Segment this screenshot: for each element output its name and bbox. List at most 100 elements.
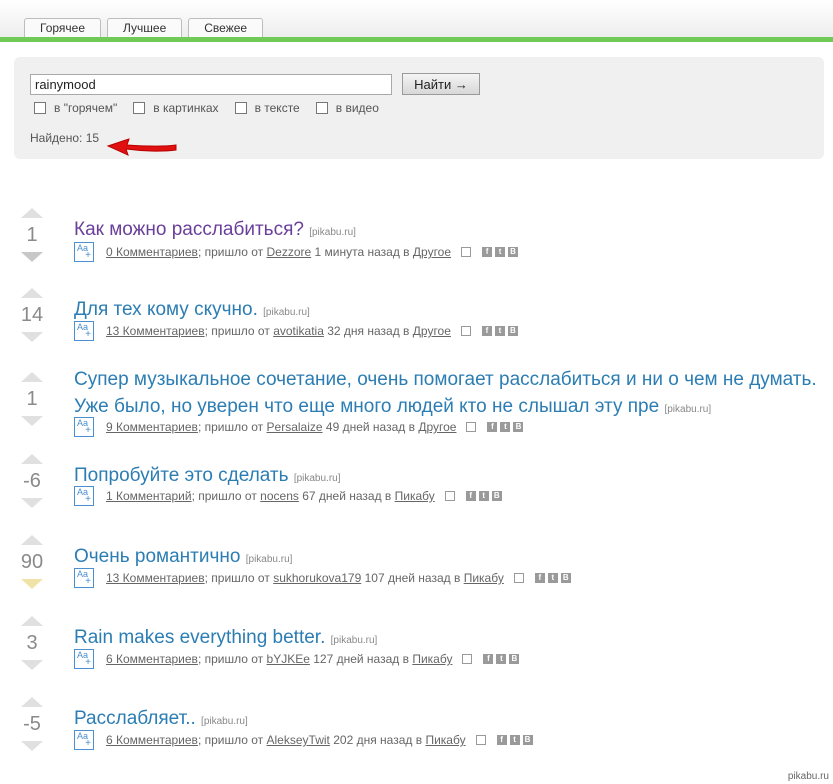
facebook-icon[interactable]: f <box>534 573 545 583</box>
facebook-icon[interactable]: f <box>482 247 493 257</box>
find-button[interactable]: Найти → <box>402 73 480 95</box>
author-link[interactable]: sukhorukova179 <box>273 571 361 585</box>
author-link[interactable]: nocens <box>260 489 299 503</box>
post-source: [pikabu.ru] <box>309 227 356 238</box>
vote-up-icon[interactable] <box>21 454 43 464</box>
facebook-icon[interactable]: f <box>481 326 492 336</box>
font-size-icon[interactable]: Aa + <box>74 486 94 506</box>
post-title: Очень романтично <box>74 546 241 567</box>
save-icon[interactable] <box>475 735 486 745</box>
save-icon[interactable] <box>461 247 472 257</box>
author-link[interactable]: Dezzore <box>267 245 312 259</box>
vote-up-icon[interactable] <box>21 372 43 382</box>
vote-up-icon[interactable] <box>21 697 43 707</box>
comments-link[interactable]: 0 Комментариев <box>106 245 198 259</box>
post-meta: Aa + 9 Комментариев ; пришло от Persalaiz… <box>74 417 524 437</box>
category-link[interactable]: Другое <box>418 420 456 434</box>
category-link[interactable]: Пикабу <box>412 652 452 666</box>
filter-pictures[interactable]: в картинках <box>133 101 219 115</box>
facebook-icon[interactable]: f <box>465 491 476 501</box>
twitter-icon[interactable]: t <box>509 735 520 745</box>
vote-block: 14 <box>18 288 46 342</box>
comments-link[interactable]: 6 Комментариев <box>106 733 198 747</box>
category-link[interactable]: Другое <box>413 245 451 259</box>
author-link[interactable]: avotikatia <box>273 324 324 338</box>
vote-down-icon[interactable] <box>21 579 43 589</box>
post-title-link[interactable]: Супер музыкальное сочетание, очень помог… <box>74 366 824 423</box>
vote-down-icon[interactable] <box>21 332 43 342</box>
vote-up-icon[interactable] <box>21 616 43 626</box>
category-link[interactable]: Пикабу <box>395 489 435 503</box>
filter-video[interactable]: в видео <box>315 101 379 115</box>
author-link[interactable]: AlekseyTwit <box>267 733 330 747</box>
font-size-icon[interactable]: Aa + <box>74 568 94 588</box>
filter-label: в тексте <box>254 101 300 115</box>
save-icon[interactable] <box>466 422 477 432</box>
vote-block: 90 <box>18 535 46 589</box>
vkontakte-icon[interactable]: B <box>509 654 520 664</box>
comments-link[interactable]: 1 Комментарий <box>106 489 192 503</box>
font-size-icon[interactable]: Aa + <box>74 242 94 262</box>
comments-link[interactable]: 6 Комментариев <box>106 652 198 666</box>
vkontakte-icon[interactable]: B <box>560 573 571 583</box>
font-size-icon[interactable]: Aa + <box>74 730 94 750</box>
vote-up-icon[interactable] <box>21 535 43 545</box>
save-icon[interactable] <box>460 326 471 336</box>
vkontakte-icon[interactable]: B <box>522 735 533 745</box>
checkbox[interactable] <box>133 102 146 114</box>
meta-time: 127 дней назад в <box>313 652 409 666</box>
comments-link[interactable]: 9 Комментариев <box>106 420 198 434</box>
twitter-icon[interactable]: t <box>500 422 511 432</box>
vkontakte-icon[interactable]: B <box>491 491 502 501</box>
category-link[interactable]: Пикабу <box>464 571 504 585</box>
vote-up-icon[interactable] <box>21 208 43 218</box>
font-size-icon[interactable]: Aa + <box>74 417 94 437</box>
vote-down-icon[interactable] <box>21 660 43 670</box>
category-link[interactable]: Другое <box>413 324 451 338</box>
tab-hot[interactable]: Горячее <box>24 18 102 37</box>
twitter-icon[interactable]: t <box>547 573 558 583</box>
vote-up-icon[interactable] <box>21 288 43 298</box>
comments-link[interactable]: 13 Комментариев <box>106 324 205 338</box>
twitter-icon[interactable]: t <box>496 654 507 664</box>
filter-text[interactable]: в тексте <box>234 101 300 115</box>
facebook-icon[interactable]: f <box>487 422 498 432</box>
checkbox[interactable] <box>315 102 328 114</box>
post-score: 14 <box>20 304 44 326</box>
vote-down-icon[interactable] <box>21 252 43 262</box>
author-link[interactable]: bYJKEe <box>267 652 310 666</box>
author-link[interactable]: Persalaize <box>267 420 323 434</box>
post-source: [pikabu.ru] <box>263 307 310 318</box>
vkontakte-icon[interactable]: B <box>508 247 519 257</box>
vote-down-icon[interactable] <box>21 416 43 426</box>
vote-down-icon[interactable] <box>21 498 43 508</box>
facebook-icon[interactable]: f <box>483 654 494 664</box>
font-size-icon[interactable]: Aa + <box>74 321 94 341</box>
filter-hot[interactable]: в "горячем" <box>34 101 117 115</box>
post-meta: Aa + 6 Комментариев ; пришло от bYJKEe 12… <box>74 649 520 669</box>
checkbox[interactable] <box>34 102 46 114</box>
twitter-icon[interactable]: t <box>494 326 505 336</box>
search-input[interactable] <box>30 74 392 95</box>
post-title: Попробуйте это сделать <box>74 465 289 486</box>
category-link[interactable]: Пикабу <box>425 733 465 747</box>
vote-down-icon[interactable] <box>21 741 43 751</box>
red-arrow-icon <box>106 138 177 156</box>
tab-best[interactable]: Лучшее <box>107 18 183 37</box>
vkontakte-icon[interactable]: B <box>507 326 518 336</box>
vkontakte-icon[interactable]: B <box>513 422 524 432</box>
facebook-icon[interactable]: f <box>496 735 507 745</box>
meta-time: 67 дней назад в <box>302 489 392 503</box>
font-size-icon[interactable]: Aa + <box>74 649 94 669</box>
tab-fresh[interactable]: Свежее <box>188 18 264 37</box>
post-source: [pikabu.ru] <box>293 473 341 484</box>
comments-link[interactable]: 13 Комментариев <box>106 571 205 585</box>
vote-block: 1 <box>18 208 46 262</box>
save-icon[interactable] <box>462 654 473 664</box>
save-icon[interactable] <box>444 491 455 501</box>
meta-text: ; пришло от <box>197 652 264 666</box>
twitter-icon[interactable]: t <box>478 491 489 501</box>
checkbox[interactable] <box>234 102 247 114</box>
twitter-icon[interactable]: t <box>495 247 506 257</box>
save-icon[interactable] <box>513 573 524 583</box>
